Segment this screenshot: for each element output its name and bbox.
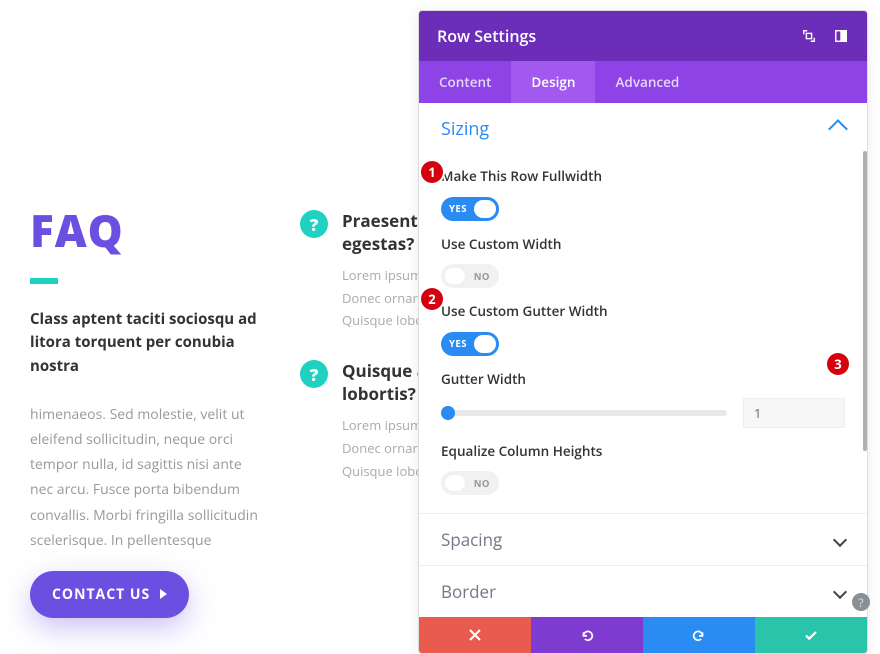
tab-content[interactable]: Content [419,61,511,103]
equalize-heights-label: Equalize Column Heights [441,442,845,460]
toggle-state-text: YES [449,202,467,215]
toggle-knob [444,267,466,285]
toggle-state-text: NO [474,270,490,283]
save-button[interactable] [755,617,867,653]
annotation-callout-1: 1 [421,161,443,183]
help-bubble-icon[interactable]: ? [852,593,870,611]
toggle-state-text: YES [449,337,467,350]
gutter-width-input[interactable] [743,398,845,428]
custom-gutter-toggle[interactable]: YES [441,332,499,356]
toggle-knob [474,200,496,218]
custom-width-control: Use Custom Width NO [441,235,845,289]
faq-column: FAQ Class aptent taciti sociosqu ad lito… [30,30,260,618]
play-icon [160,589,167,599]
contact-us-label: CONTACT US [52,585,150,604]
tab-design[interactable]: Design [511,61,595,103]
modal-body: Sizing Make This Row Fullwidth YES Use C… [419,103,867,617]
border-section-header[interactable]: Border [419,565,867,617]
equalize-heights-control: Equalize Column Heights NO [441,442,845,496]
slider-thumb[interactable] [441,406,455,420]
equalize-heights-toggle[interactable]: NO [441,471,499,495]
faq-subheading: Class aptent taciti sociosqu ad litora t… [30,308,260,378]
question-icon: ? [300,360,328,388]
contact-us-button[interactable]: CONTACT US [30,571,189,618]
row-settings-modal: Row Settings Content Design Advanced Siz… [418,10,868,654]
question-icon: ? [300,210,328,238]
gutter-width-label: Gutter Width [441,370,845,388]
faq-divider-accent [30,278,58,284]
redo-button[interactable] [643,617,755,653]
annotation-callout-2: 2 [421,288,443,310]
gutter-width-slider[interactable] [441,410,727,416]
custom-width-label: Use Custom Width [441,235,845,253]
modal-title: Row Settings [437,25,536,47]
modal-tabbar: Content Design Advanced [419,61,867,103]
fullwidth-toggle[interactable]: YES [441,197,499,221]
spacing-title: Spacing [441,528,502,551]
chevron-up-icon [828,119,848,139]
cancel-button[interactable] [419,617,531,653]
toggle-state-text: NO [474,477,490,490]
custom-gutter-control: Use Custom Gutter Width YES [441,302,845,356]
custom-width-toggle[interactable]: NO [441,264,499,288]
tab-advanced[interactable]: Advanced [595,61,699,103]
gutter-width-control: Gutter Width [441,370,845,428]
sizing-section-body: Make This Row Fullwidth YES Use Custom W… [419,149,867,513]
custom-gutter-label: Use Custom Gutter Width [441,302,845,320]
expand-icon[interactable] [801,28,817,44]
border-title: Border [441,580,496,603]
annotation-callout-3: 3 [827,353,849,375]
sizing-section-title: Sizing [441,117,489,141]
chevron-down-icon [833,532,847,546]
undo-button[interactable] [531,617,643,653]
modal-header[interactable]: Row Settings [419,11,867,61]
faq-body-text: himenaeos. Sed molestie, velit ut eleife… [30,402,260,553]
chevron-down-icon [833,584,847,598]
toggle-knob [444,474,466,492]
fullwidth-label: Make This Row Fullwidth [441,167,845,185]
modal-footer [419,617,867,653]
snap-right-icon[interactable] [833,28,849,44]
spacing-section-header[interactable]: Spacing [419,513,867,565]
toggle-knob [474,335,496,353]
fullwidth-control: Make This Row Fullwidth YES [441,167,845,221]
sizing-section-header[interactable]: Sizing [419,103,867,149]
faq-heading: FAQ [30,200,260,260]
scrollbar[interactable] [863,151,867,451]
